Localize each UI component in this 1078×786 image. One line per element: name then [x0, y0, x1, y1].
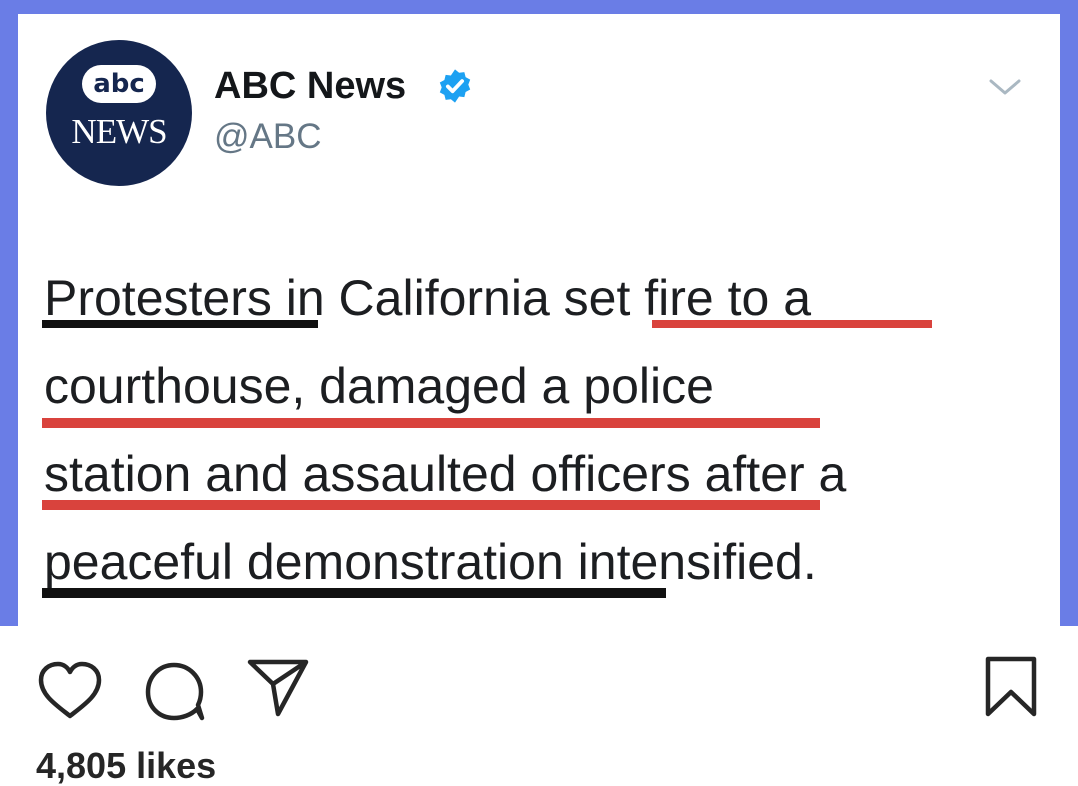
text-segment: in California	[271, 270, 564, 326]
comment-icon[interactable]	[142, 660, 210, 722]
tweet-card: abc NEWS ABC News @ABC Protesters in Cal…	[18, 14, 1060, 626]
avatar-abc-logo: abc	[82, 65, 156, 103]
underline-black-1	[42, 320, 318, 328]
text-segment: intensified.	[563, 534, 817, 590]
chevron-down-icon[interactable]	[986, 74, 1024, 100]
tweet-text: Protesters in California set fire to a c…	[44, 254, 1034, 606]
share-icon[interactable]	[244, 656, 312, 718]
underline-red-3	[42, 500, 820, 510]
heart-icon[interactable]	[36, 660, 104, 722]
account-name[interactable]: ABC News	[214, 64, 406, 108]
highlight-protesters: Protesters	[44, 270, 272, 326]
text-segment: after a	[690, 446, 847, 502]
highlight-set-fire: set fire to a	[563, 270, 811, 326]
likes-count[interactable]: 4,805 likes	[36, 746, 216, 786]
verified-badge-icon	[439, 69, 471, 103]
post-actions-bar	[0, 626, 1078, 736]
underline-black-2	[42, 588, 666, 598]
highlight-peaceful-demonstration: peaceful demonstration	[44, 534, 564, 590]
underline-red-2	[42, 418, 820, 428]
bookmark-icon[interactable]	[978, 654, 1044, 720]
post-image: abc NEWS ABC News @ABC Protesters in Cal…	[0, 0, 1078, 626]
account-handle[interactable]: @ABC	[214, 116, 322, 158]
tweet-text-line-2: courthouse, damaged a police	[44, 358, 714, 414]
abc-news-avatar[interactable]: abc NEWS	[46, 40, 192, 186]
underline-red-1	[652, 320, 932, 328]
highlight-station-assault: station and assaulted officers	[44, 446, 691, 502]
tweet-text-line-1: Protesters in California set fire to a	[44, 254, 1034, 342]
avatar-news-text: NEWS	[71, 112, 167, 151]
